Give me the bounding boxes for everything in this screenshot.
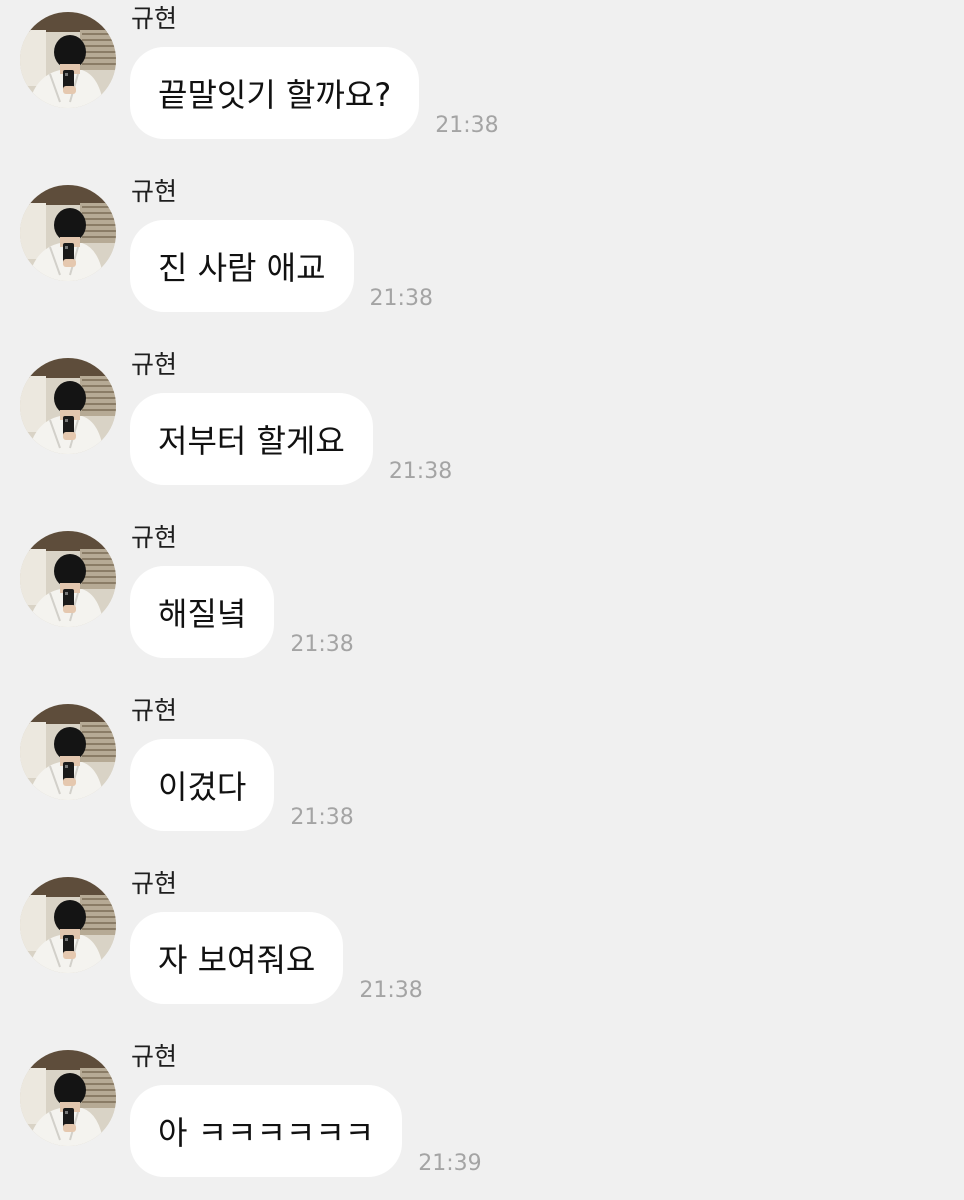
message-content: 자 보여줘요 21:38 (130, 912, 423, 1004)
avatar[interactable] (20, 185, 116, 281)
message-timestamp: 21:38 (369, 286, 433, 311)
message-bubble[interactable]: 자 보여줘요 (130, 912, 344, 1004)
sender-name: 규현 (131, 1042, 178, 1071)
sender-name: 규현 (131, 523, 178, 552)
message-timestamp: 21:38 (435, 113, 499, 138)
message-row: 규현 진 사람 애교 21:38 (0, 173, 964, 333)
sender-name: 규현 (131, 696, 178, 725)
message-row: 규현 끝말잇기 할까요? 21:38 (0, 0, 964, 160)
message-bubble[interactable]: 해질녘 (130, 566, 275, 658)
message-content: 해질녘 21:38 (130, 566, 354, 658)
message-bubble[interactable]: 끝말잇기 할까요? (130, 47, 420, 139)
message-row: 규현 자 보여줘요 21:38 (0, 865, 964, 1025)
message-timestamp: 21:38 (290, 632, 354, 657)
avatar-photo-icon (20, 531, 116, 627)
message-timestamp: 21:38 (290, 805, 354, 830)
message-content: 저부터 할게요 21:38 (130, 393, 452, 485)
message-content: 끝말잇기 할까요? 21:38 (130, 47, 499, 139)
sender-name: 규현 (131, 869, 178, 898)
sender-name: 규현 (131, 4, 178, 33)
chat-thread: 규현 끝말잇기 할까요? 21:38 규현 진 사람 애교 21:38 규현 저… (0, 0, 964, 1200)
sender-name: 규현 (131, 350, 178, 379)
avatar[interactable] (20, 531, 116, 627)
message-content: 아 ㅋㅋㅋㅋㅋㅋ 21:39 (130, 1085, 482, 1177)
avatar[interactable] (20, 358, 116, 454)
message-bubble[interactable]: 이겼다 (130, 739, 275, 831)
message-timestamp: 21:38 (359, 978, 423, 1003)
avatar-photo-icon (20, 185, 116, 281)
avatar-photo-icon (20, 877, 116, 973)
avatar[interactable] (20, 704, 116, 800)
avatar[interactable] (20, 877, 116, 973)
avatar-photo-icon (20, 358, 116, 454)
avatar-photo-icon (20, 1050, 116, 1146)
message-bubble[interactable]: 저부터 할게요 (130, 393, 373, 485)
avatar-photo-icon (20, 12, 116, 108)
message-content: 이겼다 21:38 (130, 739, 354, 831)
avatar-photo-icon (20, 704, 116, 800)
avatar[interactable] (20, 12, 116, 108)
message-timestamp: 21:39 (418, 1151, 482, 1176)
message-content: 진 사람 애교 21:38 (130, 220, 433, 312)
avatar[interactable] (20, 1050, 116, 1146)
message-bubble[interactable]: 진 사람 애교 (130, 220, 354, 312)
message-row: 규현 해질녘 21:38 (0, 519, 964, 679)
message-row: 규현 저부터 할게요 21:38 (0, 346, 964, 506)
message-timestamp: 21:38 (388, 459, 453, 484)
message-row: 규현 이겼다 21:38 (0, 692, 964, 852)
message-bubble[interactable]: 아 ㅋㅋㅋㅋㅋㅋ (130, 1085, 403, 1177)
sender-name: 규현 (131, 177, 178, 206)
message-row: 규현 아 ㅋㅋㅋㅋㅋㅋ 21:39 (0, 1038, 964, 1198)
